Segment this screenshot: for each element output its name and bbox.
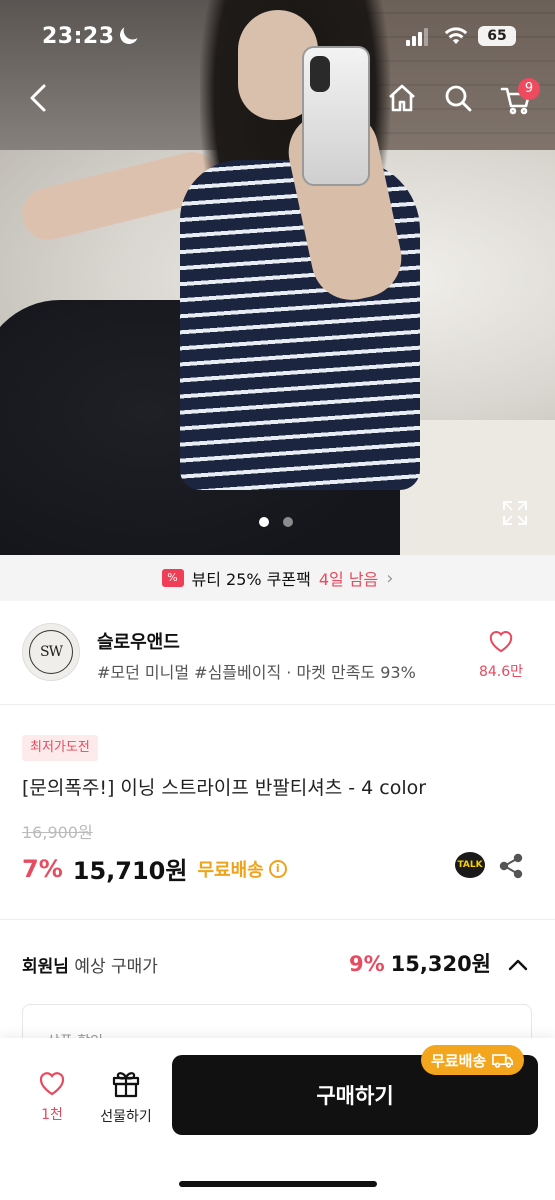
cart-count-badge: 9 (518, 78, 540, 100)
back-icon[interactable] (20, 78, 60, 118)
cart-button[interactable]: 9 (496, 78, 540, 120)
gallery-dot-active[interactable] (259, 517, 269, 527)
coupon-banner[interactable]: % 뷰티 25% 쿠폰팩 4일 남음 › (0, 555, 555, 601)
member-price-value: 15,320원 (390, 952, 491, 976)
info-icon[interactable]: i (268, 859, 287, 878)
chevron-up-icon[interactable] (507, 954, 529, 976)
heart-icon (39, 1072, 65, 1096)
member-price: 9% 15,320원 (349, 948, 491, 978)
moon-icon (117, 23, 140, 46)
wifi-icon (444, 26, 468, 46)
top-nav: 9 (0, 74, 555, 124)
gallery-dots (259, 517, 293, 527)
status-time: 23:23 (42, 24, 115, 49)
discount-rate: 7% (22, 854, 63, 883)
product-title: [문의폭주!] 이닝 스트라이프 반팔티셔츠 - 4 color (22, 777, 427, 799)
truck-icon (492, 1053, 514, 1068)
share-icon[interactable] (498, 853, 524, 879)
free-shipping-tag-text: 무료배송 (431, 1051, 487, 1070)
bottom-action-bar: 1천 선물하기 구매하기 무료배송 (0, 1038, 555, 1200)
product-info: 최저가도전 [문의폭주!] 이닝 스트라이프 반팔티셔츠 - 4 color 1… (0, 705, 555, 920)
original-price: 16,900원 (22, 823, 93, 842)
status-bar: 23:23 65 (0, 0, 555, 70)
coupon-days-left: 4일 남음 (318, 570, 379, 589)
search-icon[interactable] (438, 78, 478, 118)
heart-icon (489, 630, 513, 653)
expand-icon[interactable] (500, 498, 530, 528)
gallery-dot[interactable] (283, 517, 293, 527)
store-like-button[interactable]: 84.6만 (471, 629, 531, 681)
store-logo-text: SW (29, 630, 73, 674)
store-name[interactable]: 슬로우앤드 (97, 628, 180, 654)
gift-button[interactable]: 선물하기 (94, 1068, 158, 1126)
coupon-icon: % (161, 569, 184, 587)
free-shipping-tag: 무료배송 (421, 1045, 525, 1075)
free-shipping-label[interactable]: 무료배송 i (197, 856, 287, 882)
store-tags: #모던 미니멀 #심플베이직 · 마켓 만족도 93% (97, 663, 416, 682)
member-label-bold: 회원님 (22, 957, 69, 977)
home-icon[interactable] (382, 78, 422, 118)
home-indicator (179, 1181, 377, 1187)
lowest-price-badge: 최저가도전 (22, 735, 98, 761)
store-logo[interactable]: SW (22, 623, 80, 681)
gift-icon (112, 1072, 140, 1098)
kakao-talk-icon[interactable]: TALK (455, 852, 485, 878)
gift-label: 선물하기 (100, 1109, 152, 1125)
sale-price: 15,710원 (72, 857, 188, 885)
signal-icon (406, 28, 432, 46)
chevron-right-icon: › (386, 567, 394, 589)
price-row: 7% 15,710원 무료배송 i (22, 851, 287, 886)
member-price-label: 회원님 예상 구매가 (22, 952, 158, 977)
battery-icon: 65 (478, 26, 516, 46)
like-button[interactable]: 1천 (30, 1070, 74, 1124)
store-row[interactable]: SW 슬로우앤드 #모던 미니멀 #심플베이직 · 마켓 만족도 93% 84.… (0, 601, 555, 705)
member-discount-rate: 9% (348, 952, 385, 976)
store-like-count: 84.6만 (478, 664, 524, 680)
member-price-row[interactable]: 회원님 예상 구매가 9% 15,320원 (0, 920, 555, 1004)
free-shipping-text: 무료배송 (197, 859, 264, 881)
like-count: 1천 (41, 1107, 63, 1123)
member-label-rest: 예상 구매가 (68, 957, 158, 977)
coupon-text: 뷰티 25% 쿠폰팩 (191, 570, 311, 589)
